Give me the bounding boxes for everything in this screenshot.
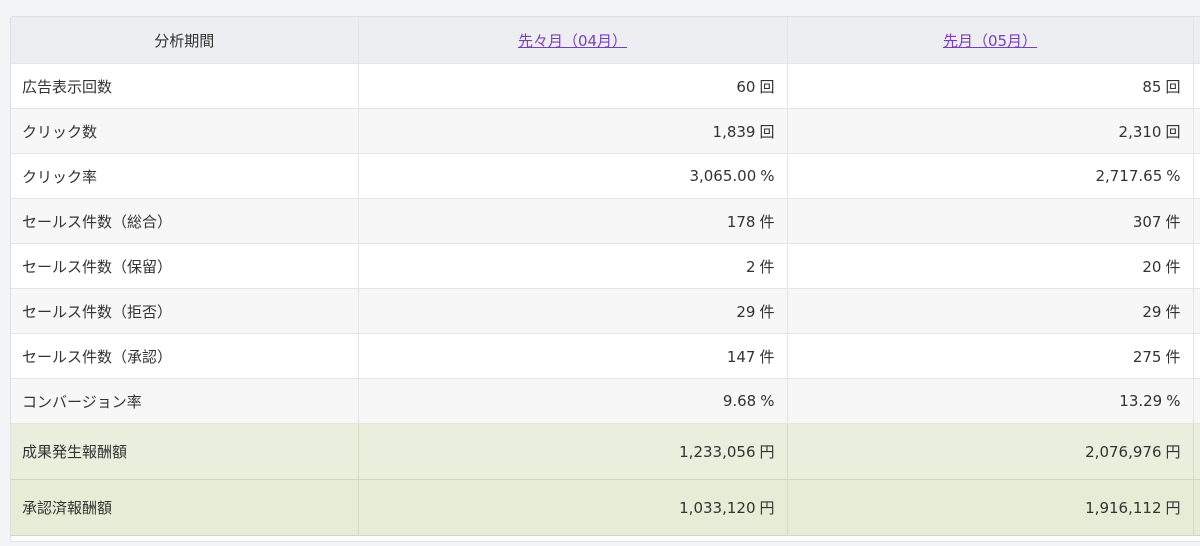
row-label: セールス件数（総合）	[11, 198, 359, 244]
value: 1,839	[712, 122, 756, 141]
row-filler	[1193, 108, 1200, 154]
value-cell-04: 1,839 回	[358, 108, 788, 154]
value: 13.29	[1119, 392, 1163, 410]
value: 1,916,112	[1085, 499, 1162, 517]
unit: 回	[1165, 122, 1181, 141]
value: 85	[1142, 77, 1162, 96]
month-link-05[interactable]: 先月（05月）	[943, 32, 1037, 50]
value: 2,717.65	[1095, 167, 1163, 185]
row-filler	[1193, 333, 1200, 379]
unit: 円	[759, 443, 775, 461]
value: 3,065.00	[689, 167, 757, 185]
value-cell-05: 1,916,112 円	[787, 479, 1194, 536]
value-cell-04: 60 回	[358, 63, 788, 109]
row-label: 広告表示回数	[11, 63, 359, 109]
unit: 回	[1165, 77, 1181, 96]
row-filler	[1193, 423, 1200, 480]
unit: 円	[1165, 499, 1181, 517]
value: 9.68	[722, 392, 757, 410]
unit: %	[1166, 392, 1181, 410]
month-header-05: 先月（05月）	[787, 17, 1194, 64]
row-label: コンバージョン率	[11, 378, 359, 424]
value-cell-04: 147 件	[358, 333, 788, 379]
value-cell-04: 2件	[358, 243, 788, 289]
value: 2,076,976	[1085, 443, 1162, 461]
table-header-row: 分析期間 先々月（04月） 先月（05月）	[11, 17, 1200, 64]
value: 60	[736, 77, 756, 96]
unit: %	[1166, 167, 1181, 185]
unit: 円	[759, 499, 775, 517]
value: 275	[1132, 347, 1162, 366]
table-row: セールス件数（承認） 147 件 275 件	[11, 333, 1200, 379]
row-label: セールス件数（拒否）	[11, 288, 359, 334]
table-row: コンバージョン率 9.68% 13.29%	[11, 378, 1200, 424]
row-filler	[1193, 198, 1200, 244]
value: 2,310	[1118, 122, 1162, 141]
unit: 回	[759, 77, 775, 96]
unit: 件	[1165, 302, 1181, 321]
row-label: セールス件数（承認）	[11, 333, 359, 379]
value-cell-05: 13.29%	[787, 378, 1194, 424]
reward-row: 承認済報酬額 1,033,120 円 1,916,112 円	[11, 479, 1200, 536]
value-cell-04: 1,233,056 円	[358, 423, 788, 480]
month-link-04[interactable]: 先々月（04月）	[518, 32, 627, 50]
value-cell-05: 29 件	[787, 288, 1194, 334]
value: 2	[745, 257, 756, 276]
value-cell-04: 1,033,120 円	[358, 479, 788, 536]
value-cell-05: 20 件	[787, 243, 1194, 289]
value-cell-04: 3,065.00%	[358, 153, 788, 199]
table-row: 広告表示回数 60 回 85 回	[11, 63, 1200, 109]
row-label: クリック数	[11, 108, 359, 154]
unit: %	[760, 167, 775, 185]
unit: 回	[759, 122, 775, 141]
value-cell-04: 178 件	[358, 198, 788, 244]
value: 147	[726, 347, 756, 366]
period-header: 分析期間	[11, 17, 359, 64]
unit: 円	[1165, 443, 1181, 461]
row-label: セールス件数（保留）	[11, 243, 359, 289]
value: 20	[1142, 257, 1162, 276]
unit: 件	[1165, 257, 1181, 276]
row-label: クリック率	[11, 153, 359, 199]
row-label: 成果発生報酬額	[11, 423, 359, 480]
month-header-04: 先々月（04月）	[358, 17, 788, 64]
value: 29	[1142, 302, 1162, 321]
report-table: 分析期間 先々月（04月） 先月（05月） 広告表示回数 60 回 85 回 クリッ…	[11, 17, 1200, 536]
table-row: セールス件数（総合） 178 件 307 件	[11, 198, 1200, 244]
row-filler	[1193, 243, 1200, 289]
row-filler	[1193, 153, 1200, 199]
value: 307	[1132, 212, 1162, 231]
unit: %	[760, 392, 775, 410]
value-cell-05: 2,076,976 円	[787, 423, 1194, 480]
value: 1,033,120	[679, 499, 756, 517]
value-cell-05: 275 件	[787, 333, 1194, 379]
value-cell-05: 2,310 回	[787, 108, 1194, 154]
unit: 件	[759, 257, 775, 276]
unit: 件	[759, 302, 775, 321]
unit: 件	[1165, 212, 1181, 231]
value: 29	[736, 302, 756, 321]
value-cell-05: 2,717.65%	[787, 153, 1194, 199]
report-table-container: 分析期間 先々月（04月） 先月（05月） 広告表示回数 60 回 85 回 クリッ…	[10, 16, 1200, 542]
table-row: セールス件数（保留） 2件 20 件	[11, 243, 1200, 289]
reward-row: 成果発生報酬額 1,233,056 円 2,076,976 円	[11, 423, 1200, 480]
row-label: 承認済報酬額	[11, 479, 359, 536]
value: 1,233,056	[679, 443, 756, 461]
header-filler	[1193, 17, 1200, 64]
unit: 件	[1165, 347, 1181, 366]
row-filler	[1193, 63, 1200, 109]
value-cell-04: 29 件	[358, 288, 788, 334]
row-filler	[1193, 479, 1200, 536]
value-cell-05: 85 回	[787, 63, 1194, 109]
unit: 件	[759, 212, 775, 231]
value-cell-05: 307 件	[787, 198, 1194, 244]
row-filler	[1193, 288, 1200, 334]
table-row: クリック数 1,839 回 2,310 回	[11, 108, 1200, 154]
row-filler	[1193, 378, 1200, 424]
unit: 件	[759, 347, 775, 366]
value: 178	[726, 212, 756, 231]
table-row: セールス件数（拒否） 29 件 29 件	[11, 288, 1200, 334]
value-cell-04: 9.68%	[358, 378, 788, 424]
table-row: クリック率 3,065.00% 2,717.65%	[11, 153, 1200, 199]
